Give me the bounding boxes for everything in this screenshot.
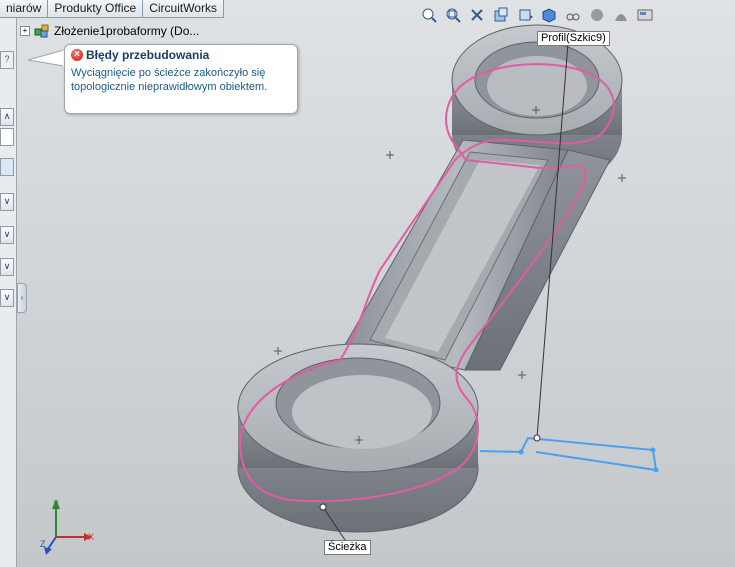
display-style-icon[interactable] (538, 4, 560, 26)
expand-up-button[interactable]: ∧ (0, 108, 14, 126)
tooltip-tail (27, 49, 66, 67)
expand-group-1-button[interactable]: ∨ (0, 193, 14, 211)
error-icon: × (71, 49, 83, 61)
hide-show-items-icon[interactable] (562, 4, 584, 26)
zoom-to-fit-icon[interactable] (418, 4, 440, 26)
apply-scene-icon[interactable] (610, 4, 632, 26)
heads-up-view-toolbar (418, 4, 656, 26)
path-callout[interactable]: Ścieżka (324, 540, 371, 555)
big-end-boss (237, 343, 479, 533)
previous-view-icon[interactable] (466, 4, 488, 26)
view-orientation-icon[interactable] (514, 4, 536, 26)
view-settings-icon[interactable] (634, 4, 656, 26)
expand-group-2-button[interactable]: ∨ (0, 226, 14, 244)
rebuild-error-tooltip: × Błędy przebudowania Wyciągnięcie po śc… (64, 44, 298, 114)
selection-box[interactable] (0, 158, 14, 176)
triad-x-label: X (88, 532, 94, 542)
triad-y-label: Y (53, 499, 59, 509)
assembly-icon (34, 24, 49, 38)
triad-z-label: Z (40, 539, 46, 549)
tab-circuitworks[interactable]: CircuitWorks (143, 0, 224, 18)
tab-evaluate[interactable]: niarów (0, 0, 49, 18)
feature-tree-root[interactable]: + Złożenie1probaformy (Do... (20, 24, 199, 38)
profile-callout[interactable]: Profil(Szkic9) (537, 31, 610, 46)
tooltip-message: Wyciągnięcie po ścieżce zakończyło się t… (71, 67, 268, 93)
expand-group-3-button[interactable]: ∨ (0, 258, 14, 276)
profile-anchor-point[interactable] (533, 434, 541, 442)
command-manager-tabs: niarów Produkty Office CircuitWorks (0, 0, 224, 18)
tooltip-title: Błędy przebudowania (86, 48, 210, 62)
zoom-to-area-icon[interactable] (442, 4, 464, 26)
expand-group-4-button[interactable]: ∨ (0, 289, 14, 307)
edit-appearance-icon[interactable] (586, 4, 608, 26)
help-button[interactable]: ? (0, 51, 14, 69)
graphics-area[interactable]: niarów Produkty Office CircuitWorks ? ∧ … (0, 0, 735, 567)
reference-triad: Y X Z (40, 499, 94, 555)
panel-collapse-handle[interactable]: ‹ (17, 283, 27, 313)
tab-office-products[interactable]: Produkty Office (48, 0, 144, 18)
expand-tree-icon[interactable]: + (20, 26, 30, 36)
value-field[interactable] (0, 128, 14, 146)
path-anchor-point[interactable] (319, 503, 327, 511)
assembly-name: Złożenie1probaformy (Do... (54, 24, 200, 38)
feature-manager-panel: ? ∧ ∨ ∨ ∨ ∨ (0, 18, 17, 567)
section-view-icon[interactable] (490, 4, 512, 26)
profile-sketch (479, 436, 658, 472)
